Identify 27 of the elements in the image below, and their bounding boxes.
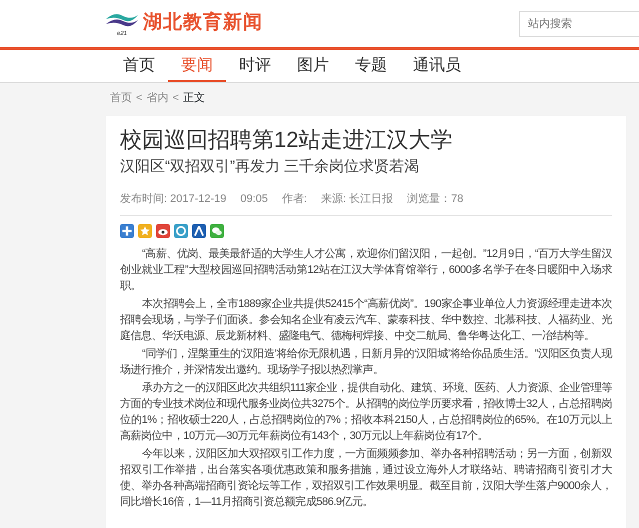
- share-star-icon[interactable]: [138, 224, 152, 238]
- nav-tab[interactable]: 时评: [226, 50, 284, 82]
- share-eye-icon[interactable]: [156, 224, 170, 238]
- article-paragraph: “同学们，涅槃重生的‘汉阳造’将给你无限机遇，日新月异的‘汉阳城’将给你品质生活。”汉阳区负责人现场进行推介，并深情发出邀约。现场学子报以热烈掌声。: [120, 346, 612, 378]
- article-paragraph: 承办方之一的汉阳区此次共组织111家企业，提供自动化、建筑、环境、医药、人力资源、企业管理等方面的专业技术岗位和现代服务业岗位共3275个。从招聘的岗位学历要求看，招收博士32人，占总招聘岗位的1%；招收硕士220人，占总招聘岗位的7%；招收本科2150人，占总招聘岗位的65%。在10万元以上高薪岗位中，10万元—30万元年薪岗位有143个，30万元以上年薪岗位有17个。: [120, 380, 612, 444]
- share-plus-icon[interactable]: [120, 224, 134, 238]
- meta-text: 浏览量：78: [407, 192, 464, 206]
- site-name[interactable]: 湖北教育新闻: [143, 9, 263, 38]
- share-person-icon[interactable]: [192, 224, 206, 238]
- nav-tab[interactable]: 图片: [284, 50, 342, 82]
- nav-tab[interactable]: 专题: [342, 50, 400, 82]
- nav-tab[interactable]: 首页: [110, 50, 168, 82]
- share-chat-icon[interactable]: [210, 224, 224, 238]
- article-subtitle: 汉阳区“双招双引”再发力 三千余岗位求贤若渴: [120, 157, 420, 177]
- article-title: 校园巡回招聘第12站走进江汉大学: [120, 126, 454, 154]
- search-field[interactable]: 站内搜索: [519, 10, 639, 36]
- breadcrumb-separator: <: [172, 91, 179, 106]
- nav-tab[interactable]: 通讯员: [400, 50, 474, 82]
- meta-text: 来源: 长江日报: [320, 192, 394, 206]
- nav-tab[interactable]: 要闻: [168, 50, 226, 82]
- breadcrumb-separator: <: [136, 91, 142, 106]
- article-paragraph: 今年以来，汉阳区加大双招双引工作力度，一方面频频参加、举办各种招聘活动；另一方面，创新双招双引工作举措，出台落实各项优惠政策和服务措施，通过设立海外人才联络站、聘请招商引资引才大使、举办各种高端招商引资论坛等工作，双招双引工作效果明显。截至目前，汉阳大学生落户9000余人，同比增长16倍，1—11月招商引资总额完成586.9亿元。: [120, 446, 612, 510]
- meta-text: 作者:: [282, 192, 307, 206]
- article-paragraph: “高薪、优岗、最美最舒适的大学生人才公寓，欢迎你们留汉阳，一起创。”12月9日，“百万大学生留汉创业就业工程”大型校园巡回招聘活动第12站在江汉大学体育馆举行，6000多名学子在冬日暖阳中入场求职。: [120, 246, 612, 294]
- article-paragraph: 本次招聘会上，全市1889家企业共提供52415个“高薪优岗”。190家企事业单位人力资源经理走进本次招聘会现场，与学子们面谈。参会知名企业有凌云汽车、蒙泰科技、华中数控、北慕科技、人福药业、光庭信息、华沃电源、辰龙新材料、盛隆电气、德梅柯焊接、中交二航局、鲁华粤达化工、一冶结构等。: [120, 296, 612, 344]
- meta-text: 发布时间: 2017-12-19: [120, 192, 226, 206]
- meta-text: 09:05: [240, 192, 268, 206]
